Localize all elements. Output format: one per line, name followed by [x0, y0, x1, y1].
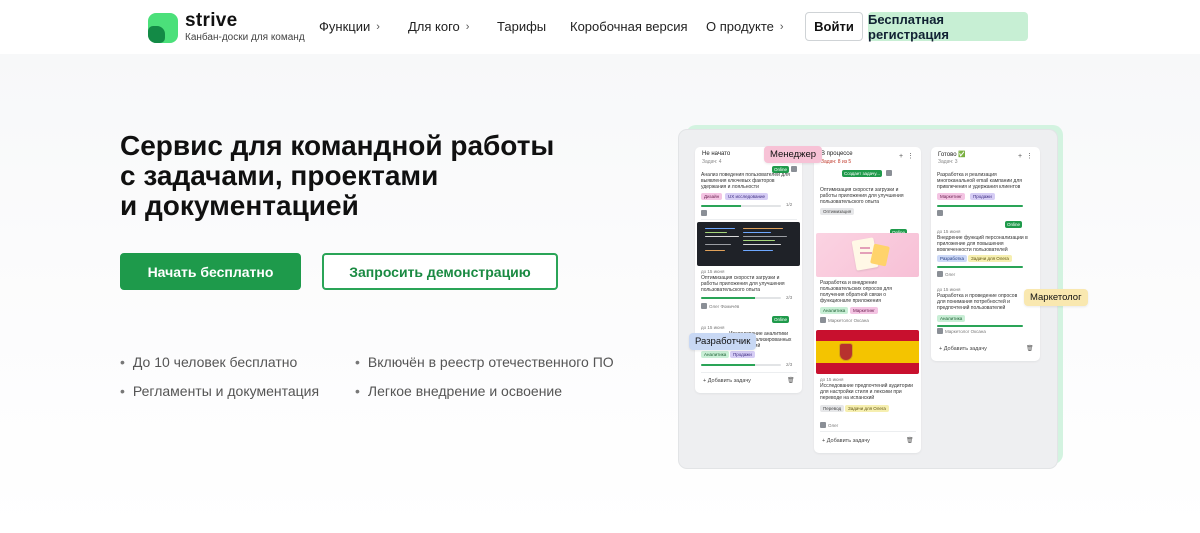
avatar	[701, 303, 707, 309]
online-badge: Online	[1005, 221, 1023, 228]
nav-item-boxed-version[interactable]: Коробочная версия	[570, 19, 688, 34]
nav-item-pricing[interactable]: Тарифы	[497, 19, 546, 34]
card-text: Разработка и проведение опросов для пони…	[937, 293, 1018, 311]
avatar	[820, 317, 826, 323]
trash-icon[interactable]: 🗑	[906, 437, 914, 444]
online-badge: Online	[772, 316, 790, 323]
nav-item-about[interactable]: О продукте ›	[706, 19, 784, 34]
trash-icon[interactable]: 🗑	[1026, 345, 1034, 352]
card-text: Разработка и реализация многоканальной e…	[937, 172, 1022, 190]
kanban-board-illustration: Не начато Задач: 4 Online Анализ поведен…	[679, 130, 1088, 468]
card-text: Анализ поведения пользователей для выявл…	[701, 172, 790, 190]
feature-item: До 10 человек бесплатно	[120, 354, 297, 370]
tag-chip: Задачи для Олега	[845, 405, 889, 412]
avatar	[701, 210, 707, 216]
card-date: до 15 июня	[937, 287, 961, 292]
progress-label: 2/3	[786, 295, 793, 300]
add-task-button[interactable]: + Добавить задачу	[703, 378, 751, 384]
progress-bar	[701, 364, 781, 366]
card-text: Исследование предпочтений аудитории для …	[820, 383, 913, 401]
column-title: Не начато	[702, 151, 731, 157]
tag-chip: Продажи	[730, 351, 755, 358]
card-assignee: Олег Фомичёв	[709, 304, 740, 309]
card-assignee: Маркетолог Оксана	[828, 318, 869, 323]
register-button[interactable]: Бесплатная регистрация	[868, 12, 1028, 42]
tag-chip: Разработка	[937, 255, 967, 262]
site-header: strive Канбан-доски для команд Функции › …	[0, 0, 1200, 54]
card-date: до 15 июня	[820, 377, 844, 382]
tag-chip: Аналитика	[701, 351, 730, 358]
feature-item: Легкое внедрение и освоение	[355, 383, 562, 399]
progress-bar	[937, 325, 1023, 327]
column-tools[interactable]: + ⋮	[1018, 152, 1033, 160]
tag-chip: Задачи для Олега	[968, 255, 1012, 262]
column-title: Готово ✅	[938, 152, 966, 158]
board-column-done: Готово ✅ Задач: 3 + ⋮ Разработка и реали…	[931, 147, 1040, 361]
progress-bar	[701, 297, 781, 299]
avatar	[820, 422, 826, 428]
board-column-todo: Не начато Задач: 4 Online Анализ поведен…	[695, 147, 802, 393]
task-illustration-image	[816, 233, 919, 277]
card-date: до 15 июня	[701, 325, 725, 330]
progress-label: 1/2	[786, 202, 793, 207]
card-assignee: Маркетолог Оксана	[945, 329, 986, 334]
spain-flag-image	[816, 330, 919, 374]
request-demo-button[interactable]: Запросить демонстрацию	[322, 253, 558, 290]
tag-chip: Маркетинг	[937, 193, 965, 200]
card-text: Оптимизация скорости загрузки и работы п…	[820, 187, 904, 205]
add-task-button[interactable]: + Добавить задачу	[822, 438, 870, 444]
start-free-button[interactable]: Начать бесплатно	[120, 253, 301, 290]
feature-item: Регламенты и документация	[120, 383, 319, 399]
login-button[interactable]: Войти	[805, 12, 863, 41]
role-label-developer: Разработчик	[689, 333, 757, 350]
tag-chip: Аналитика	[937, 315, 966, 322]
avatar	[886, 170, 892, 176]
add-task-button[interactable]: + Добавить задачу	[939, 346, 987, 352]
hero-title: Сервис для командной работы с задачами, …	[120, 130, 555, 221]
card-text: Внедрение функций персонализации в прило…	[937, 235, 1028, 253]
chevron-right-icon: ›	[376, 20, 380, 33]
tag-chip: Аналитика	[820, 307, 849, 314]
column-count: Задач: 8 из 5	[821, 159, 852, 165]
tag-chip: Дизайн	[701, 193, 723, 200]
tag-chip: Продажи	[970, 193, 995, 200]
card-text: Разработка и внедрение пользовательских …	[820, 280, 892, 304]
tag-chip: Перевод	[820, 405, 845, 412]
nav-item-features[interactable]: Функции ›	[319, 19, 380, 34]
board-column-in-progress: В процессе Задач: 8 из 5 + ⋮ Создает зад…	[814, 147, 921, 453]
card-assignee: Олег	[945, 272, 956, 277]
avatar	[937, 210, 943, 216]
progress-label: 2/3	[786, 362, 793, 367]
progress-bar	[701, 205, 781, 207]
chevron-right-icon: ›	[779, 20, 784, 33]
column-tools[interactable]: + ⋮	[899, 152, 914, 160]
role-label-manager: Менеджер	[764, 146, 823, 163]
progress-bar	[937, 205, 1023, 207]
column-title: В процессе	[821, 151, 853, 157]
column-count: Задач: 3	[938, 159, 958, 165]
trash-icon[interactable]: 🗑	[787, 377, 795, 384]
tag-chip: Оптимизация	[820, 208, 855, 215]
avatar	[937, 328, 943, 334]
tag-chip: Маркетинг	[850, 307, 878, 314]
feature-item: Включён в реестр отечественного ПО	[355, 354, 614, 370]
card-date: до 15 июня	[937, 229, 961, 234]
card-text: Оптимизация скорости загрузки и работы п…	[701, 275, 785, 293]
card-assignee: Олег	[828, 423, 839, 428]
avatar	[937, 271, 943, 277]
column-count: Задач: 4	[702, 159, 722, 165]
code-screenshot-image	[697, 222, 800, 266]
role-label-marketer: Маркетолог	[1024, 289, 1088, 306]
card-date: до 15 июня	[701, 269, 725, 274]
brand-tagline: Канбан-доски для команд	[185, 32, 305, 43]
brand-name: strive	[185, 10, 238, 31]
progress-bar	[937, 266, 1023, 268]
chevron-right-icon: ›	[465, 20, 470, 33]
brand-logo[interactable]: strive Канбан-доски для команд	[148, 11, 305, 44]
typing-badge: Создает задачу...	[842, 170, 882, 177]
nav-item-audience[interactable]: Для кого ›	[408, 19, 469, 34]
strive-logo-icon	[148, 12, 178, 43]
tag-chip: UX исследование	[725, 193, 769, 200]
